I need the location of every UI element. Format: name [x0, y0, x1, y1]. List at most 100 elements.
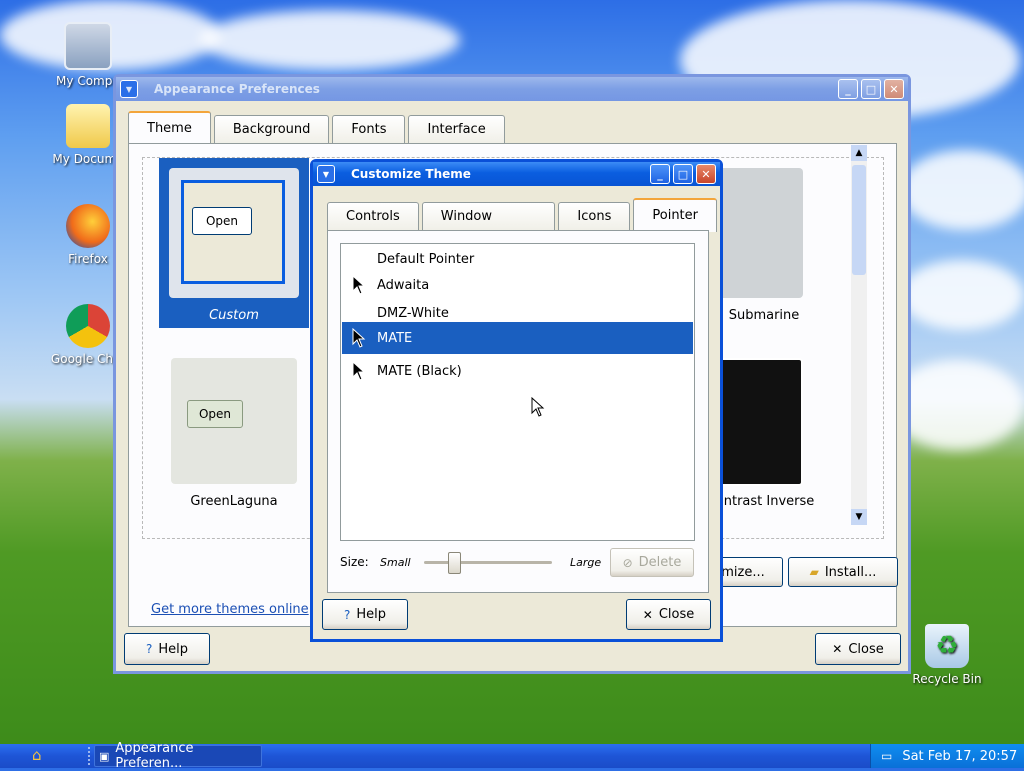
theme-preview: Open: [169, 168, 299, 298]
folder-icon: ▰: [809, 565, 819, 579]
help-icon: ?: [343, 607, 351, 622]
tab-controls[interactable]: Controls: [327, 202, 419, 231]
appearance-tabs: Theme Background Fonts Interface: [128, 111, 508, 145]
customize-label: mize...: [721, 564, 765, 580]
delete-button[interactable]: ⊘ Delete: [610, 548, 694, 577]
tab-fonts[interactable]: Fonts: [332, 115, 406, 144]
system-tray: ▭ Sat Feb 17, 20:57: [870, 744, 1024, 768]
scroll-down-button[interactable]: ▼: [851, 509, 867, 525]
pointer-list[interactable]: Default Pointer Adwaita DMZ-White MATE M…: [340, 243, 695, 541]
pointer-name: DMZ-White: [377, 305, 449, 321]
size-label: Size:: [340, 555, 369, 569]
theme-preview: [719, 168, 803, 298]
help-button[interactable]: ? Help: [124, 633, 210, 665]
pointer-name: Adwaita: [377, 277, 430, 293]
cloud: [900, 260, 1024, 330]
close-label: Close: [848, 641, 884, 657]
theme-item-custom[interactable]: Open Custom: [159, 158, 309, 328]
preview-open-button: Open: [187, 400, 243, 428]
preview-open-button: Open: [192, 207, 252, 235]
close-button[interactable]: ✕ Close: [626, 599, 711, 630]
start-menu-icon[interactable]: ⌂: [32, 746, 58, 766]
chrome-icon: [66, 304, 110, 348]
preview-window: Open: [181, 180, 285, 284]
size-large-label: Large: [570, 556, 602, 569]
firefox-icon: [66, 204, 110, 248]
taskbar-task-appearance[interactable]: ▣ Appearance Preferen...: [94, 741, 262, 771]
maximize-button[interactable]: □: [861, 79, 881, 99]
tab-window-border[interactable]: Window Border: [421, 202, 556, 252]
desktop-icon-label: Recycle Bin: [912, 672, 982, 686]
theme-item-contrast-inverse[interactable]: ntrast Inverse: [709, 348, 829, 518]
computer-icon: [64, 22, 112, 70]
size-slider[interactable]: [424, 552, 552, 574]
close-x-icon: ✕: [642, 607, 653, 622]
close-icon[interactable]: ✕: [696, 164, 716, 184]
close-icon[interactable]: ✕: [884, 79, 904, 99]
theme-label: GreenLaguna: [190, 494, 278, 509]
cursor-icon: [342, 361, 376, 381]
pointer-name: MATE: [377, 330, 413, 346]
theme-label: ntrast Inverse: [723, 494, 815, 509]
pointer-tab-panel: Default Pointer Adwaita DMZ-White MATE M…: [327, 230, 709, 593]
notification-icon[interactable]: ▭: [881, 749, 892, 763]
theme-label: Submarine: [728, 308, 800, 323]
tab-theme[interactable]: Theme: [128, 111, 211, 145]
mouse-cursor-icon: [531, 396, 545, 420]
close-label: Close: [658, 607, 695, 622]
theme-item-submarine[interactable]: Submarine: [719, 158, 809, 328]
cloud: [900, 150, 1024, 230]
delete-icon: ⊘: [622, 555, 633, 570]
task-label: Appearance Preferen...: [115, 741, 194, 771]
theme-item-greenlaguna[interactable]: Open GreenLaguna: [159, 348, 309, 518]
size-slider-thumb[interactable]: [448, 552, 462, 574]
minimize-button[interactable]: _: [838, 79, 858, 99]
scroll-up-button[interactable]: ▲: [851, 145, 867, 161]
appearance-app-icon: ▣: [99, 749, 110, 763]
list-item[interactable]: MATE (Black): [342, 356, 693, 386]
window-menu-icon[interactable]: ▼: [120, 80, 138, 98]
tab-interface[interactable]: Interface: [408, 115, 505, 144]
customize-theme-dialog: ▼ Customize Theme _ □ ✕ Controls Window …: [310, 159, 723, 642]
help-label: Help: [158, 641, 188, 657]
size-small-label: Small: [380, 556, 411, 569]
theme-preview: Open: [171, 358, 297, 484]
desktop-icon-label: My Compu: [56, 74, 120, 88]
tab-pointer[interactable]: Pointer: [633, 198, 717, 232]
list-item[interactable]: MATE: [342, 322, 693, 354]
install-button[interactable]: ▰ Install...: [788, 557, 898, 587]
install-label: Install...: [824, 564, 877, 580]
maximize-button[interactable]: □: [673, 164, 693, 184]
pointer-name: MATE (Black): [377, 363, 462, 379]
minimize-button[interactable]: _: [650, 164, 670, 184]
cloud: [200, 10, 460, 70]
delete-label: Delete: [638, 555, 682, 570]
help-label: Help: [356, 607, 386, 622]
title-bar: ▼ Customize Theme _ □ ✕: [313, 162, 720, 186]
desktop-icon-label: Firefox: [68, 252, 108, 266]
clock: Sat Feb 17, 20:57: [902, 748, 1018, 764]
help-icon: ?: [145, 642, 153, 656]
cursor-icon: [342, 275, 376, 295]
tab-icons[interactable]: Icons: [558, 202, 631, 231]
theme-grid-scrollbar[interactable]: ▲ ▼: [851, 145, 867, 525]
cursor-icon: [342, 328, 376, 348]
desktop-icon-recycle-bin[interactable]: ♻ Recycle Bin: [907, 624, 987, 686]
folder-icon: [66, 104, 110, 148]
window-menu-icon[interactable]: ▼: [317, 165, 335, 183]
customize-tabs: Controls Window Border Icons Pointer: [327, 198, 720, 252]
pointer-name: Default Pointer: [377, 251, 475, 267]
recycle-bin-icon: ♻: [925, 624, 969, 668]
help-button[interactable]: ? Help: [322, 599, 408, 630]
taskbar: ⌂ ▣ Appearance Preferen... ▭ Sat Feb 17,…: [0, 741, 1024, 771]
dialog-title: Customize Theme: [351, 167, 471, 181]
scroll-thumb[interactable]: [852, 165, 866, 275]
tab-background[interactable]: Background: [213, 115, 330, 144]
list-item[interactable]: Adwaita: [342, 270, 693, 300]
close-button[interactable]: ✕ Close: [815, 633, 901, 665]
close-x-icon: ✕: [832, 642, 843, 656]
theme-label: Custom: [209, 308, 259, 323]
get-more-themes-link[interactable]: Get more themes online: [151, 602, 309, 617]
window-title: Appearance Preferences: [154, 82, 320, 96]
title-bar: ▼ Appearance Preferences _ □ ✕: [116, 77, 908, 101]
